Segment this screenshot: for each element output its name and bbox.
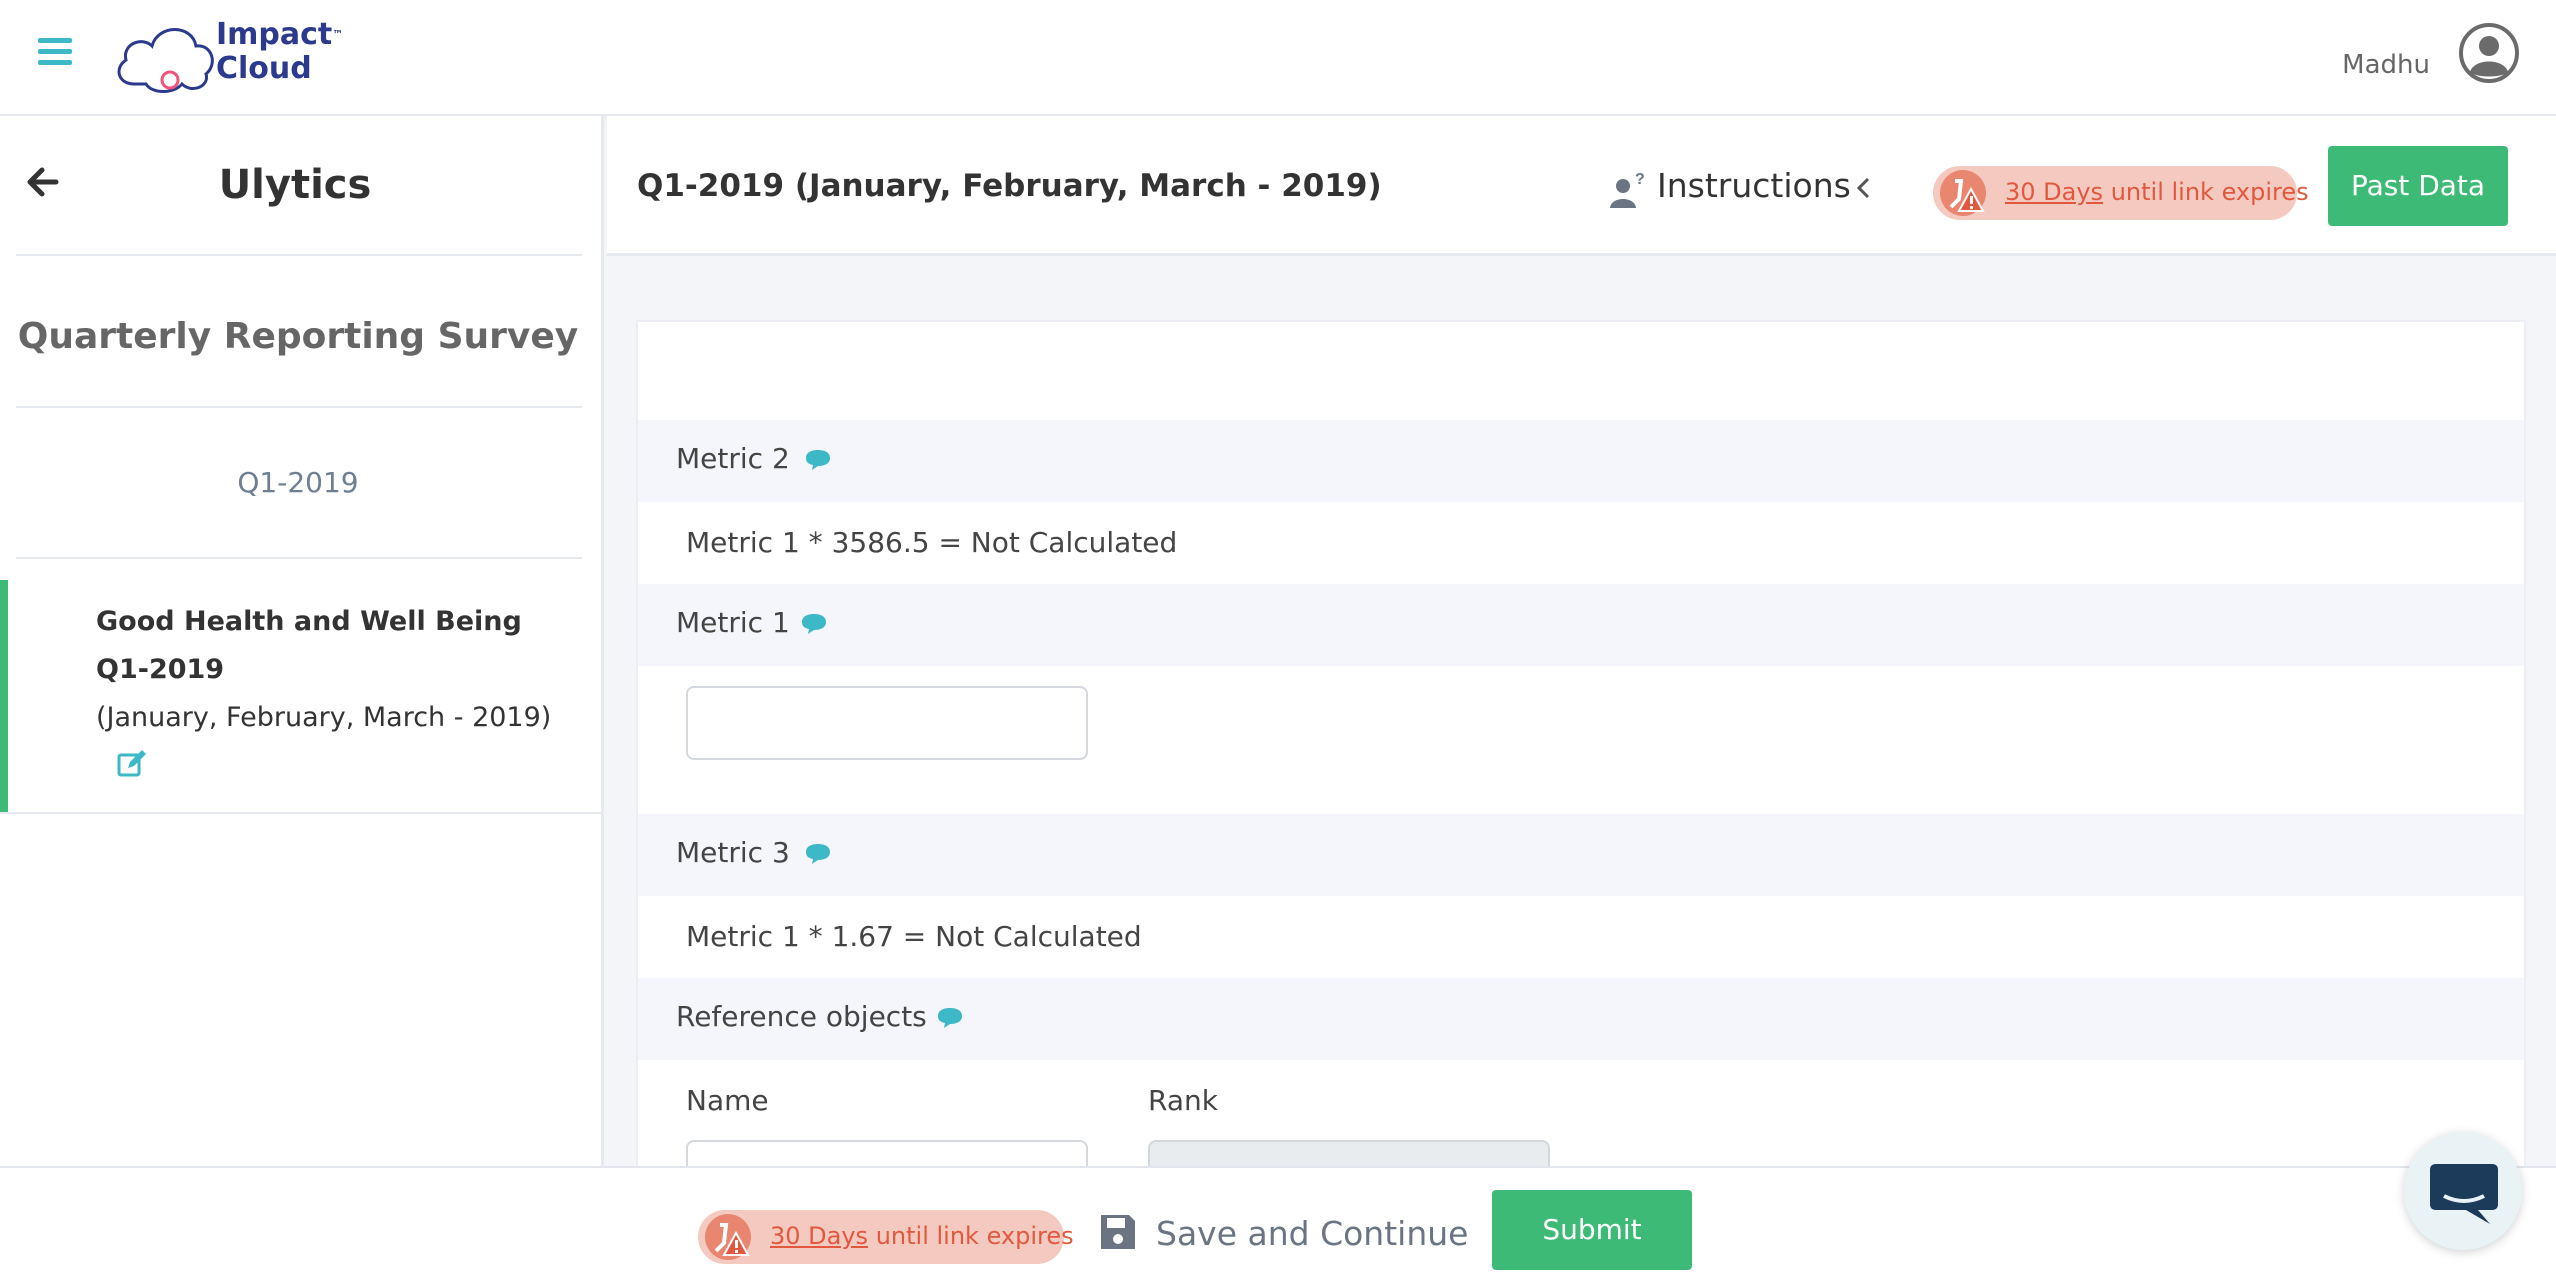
metric-label: Reference objects — [676, 1000, 927, 1033]
save-and-continue-button[interactable]: Save and Continue — [1156, 1214, 1468, 1253]
chat-widget-button[interactable] — [2404, 1132, 2522, 1250]
active-item-months: (January, February, March - 2019) — [96, 702, 552, 733]
divider — [0, 812, 604, 814]
link-expire-badge: 30 Days until link expires — [1933, 166, 2309, 220]
save-icon[interactable] — [1098, 1212, 1138, 1252]
logo[interactable]: Impact™ Cloud — [112, 14, 352, 98]
comment-icon[interactable] — [804, 448, 834, 474]
expire-warning-icon — [705, 1214, 751, 1260]
active-item-goal: Good Health and Well Being — [96, 606, 522, 637]
metric-calculation: Metric 1 * 3586.5 = Not Calculated — [686, 526, 1178, 559]
divider — [16, 557, 582, 559]
divider — [16, 254, 582, 256]
metric-1-input[interactable] — [686, 686, 1088, 760]
user-name[interactable]: Madhu — [2342, 50, 2430, 80]
divider — [16, 406, 582, 408]
expire-text: 30 Days until link expires — [2005, 178, 2309, 206]
sidebar: Ulytics Quarterly Reporting Survey Q1-20… — [0, 116, 604, 1166]
past-data-button[interactable]: Past Data — [2328, 146, 2508, 226]
chat-icon — [2430, 1164, 2498, 1224]
expire-warning-icon — [1940, 170, 1986, 216]
submit-button[interactable]: Submit — [1492, 1190, 1692, 1270]
metric-label: Metric 2 — [676, 442, 790, 475]
sidebar-item-active[interactable]: Good Health and Well Being Q1-2019 (Janu… — [0, 580, 604, 814]
survey-name: Quarterly Reporting Survey — [17, 316, 579, 357]
metric-label: Metric 1 — [676, 606, 790, 639]
metric-row-label: Metric 3 — [638, 814, 2524, 896]
footer-bar: 30 Days until link expires Save and Cont… — [0, 1166, 2556, 1278]
logo-cloud-icon — [117, 28, 214, 93]
main-header: Q1-2019 (January, February, March - 2019… — [607, 116, 2556, 256]
survey-form-card: Metric 2 Metric 1 * 3586.5 = Not Calcula… — [636, 320, 2526, 1170]
comment-icon[interactable] — [936, 1006, 966, 1032]
link-expire-badge: 30 Days until link expires — [698, 1210, 1074, 1264]
chevron-left-icon — [1856, 177, 1870, 199]
metric-label: Metric 3 — [676, 836, 790, 869]
metric-row-label: Metric 2 — [638, 420, 2524, 502]
instructions-label: Instructions — [1657, 166, 1851, 205]
comment-icon[interactable] — [804, 842, 834, 868]
user-avatar-icon[interactable] — [2458, 22, 2520, 84]
expire-label: until link expires — [2103, 178, 2309, 206]
expire-days-link[interactable]: 30 Days — [770, 1222, 868, 1250]
logo-text: Impact™ Cloud — [216, 17, 344, 86]
hamburger-icon[interactable] — [38, 38, 72, 66]
comment-icon[interactable] — [800, 612, 830, 638]
metric-calculation: Metric 1 * 1.67 = Not Calculated — [686, 920, 1142, 953]
expire-days-link[interactable]: 30 Days — [2005, 178, 2103, 206]
page-title: Q1-2019 (January, February, March - 2019… — [637, 168, 1382, 204]
svg-text:?: ? — [1635, 171, 1645, 188]
column-header-name: Name — [686, 1084, 769, 1117]
column-header-rank: Rank — [1148, 1084, 1218, 1117]
expire-text: 30 Days until link expires — [770, 1222, 1074, 1250]
instructions-icon: ? — [1610, 171, 1645, 208]
expire-label: until link expires — [868, 1222, 1074, 1250]
active-item-period: Q1-2019 — [96, 654, 225, 685]
sidebar-title: Ulytics — [218, 162, 372, 208]
metric-row-label: Metric 1 — [638, 584, 2524, 666]
sidebar-item-period[interactable]: Q1-2019 — [0, 466, 596, 499]
edit-icon[interactable] — [116, 748, 148, 780]
top-header: Impact™ Cloud Madhu — [0, 0, 2556, 116]
metric-row-label: Reference objects — [638, 978, 2524, 1060]
